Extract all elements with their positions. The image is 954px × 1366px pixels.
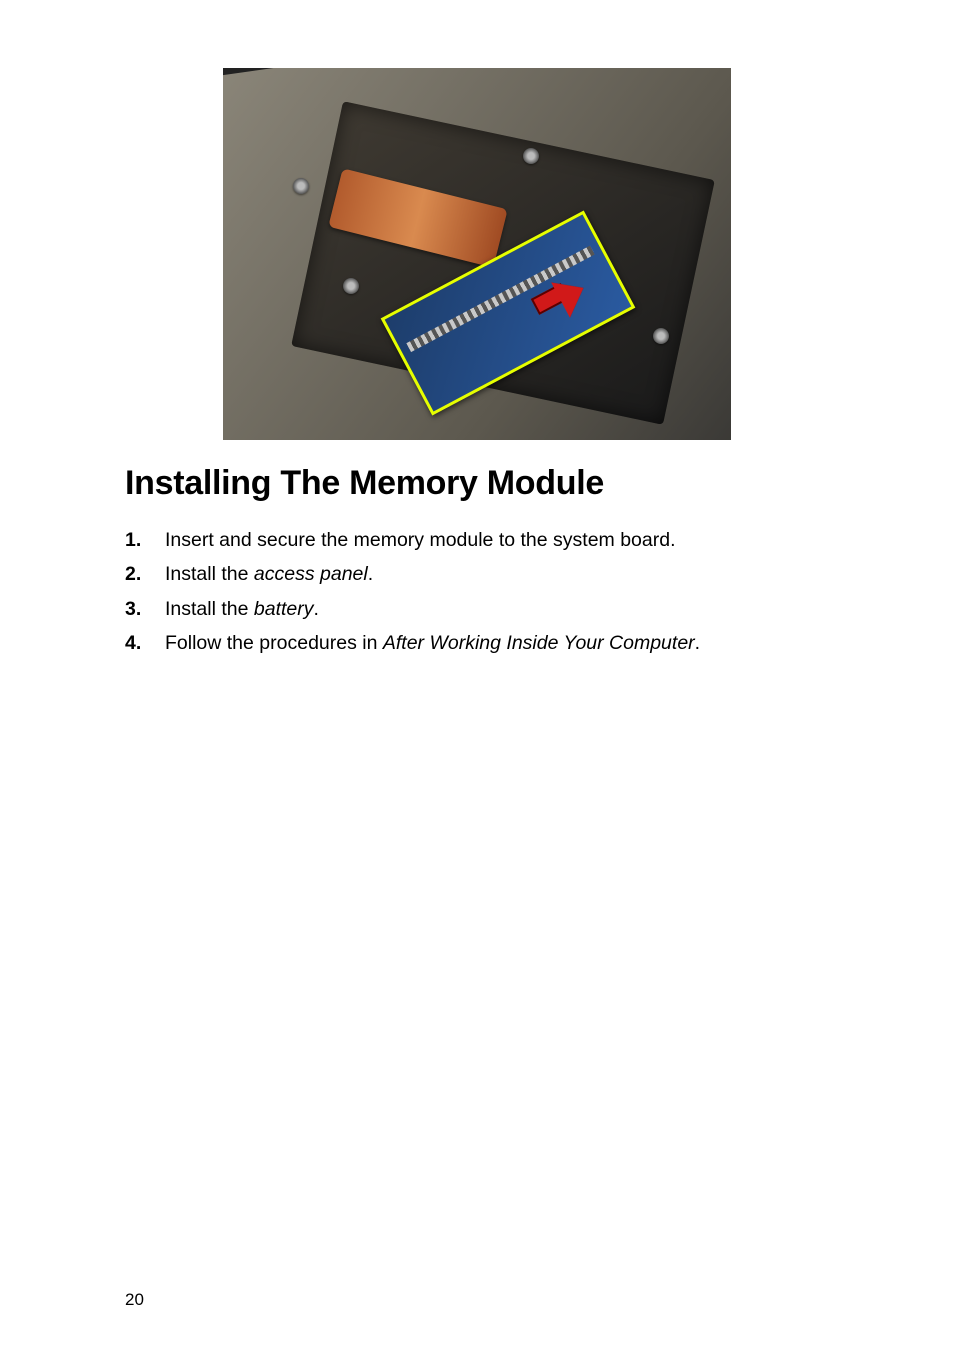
step-text-before: Follow the procedures in: [165, 632, 383, 654]
figure-screw: [343, 278, 359, 294]
list-item: 2. Install the access panel.: [125, 559, 829, 589]
step-text-after: .: [314, 598, 319, 620]
step-number: 2.: [125, 559, 165, 589]
step-text: Install the battery.: [165, 594, 829, 624]
step-text-italic: access panel: [254, 563, 368, 585]
step-text: Follow the procedures in After Working I…: [165, 628, 829, 658]
figure-screw: [523, 148, 539, 164]
step-text-italic: After Working Inside Your Computer: [383, 632, 695, 654]
figure-screw: [653, 328, 669, 344]
step-text-after: .: [695, 632, 700, 654]
step-number: 4.: [125, 628, 165, 658]
figure-memory-module-photo: [223, 68, 731, 440]
step-text-italic: battery: [254, 598, 314, 620]
list-item: 1. Insert and secure the memory module t…: [125, 525, 829, 555]
list-item: 4. Follow the procedures in After Workin…: [125, 628, 829, 658]
step-list: 1. Insert and secure the memory module t…: [125, 525, 829, 658]
page-number: 20: [125, 1290, 144, 1310]
step-number: 1.: [125, 525, 165, 555]
step-text-before: Install the: [165, 563, 254, 585]
page: Installing The Memory Module 1. Insert a…: [0, 0, 954, 1366]
figure-screw: [293, 178, 309, 194]
list-item: 3. Install the battery.: [125, 594, 829, 624]
section-heading: Installing The Memory Module: [125, 464, 829, 503]
step-text: Install the access panel.: [165, 559, 829, 589]
figure-removal-arrow: [523, 268, 583, 328]
step-text-before: Insert and secure the memory module to t…: [165, 529, 676, 551]
step-text-before: Install the: [165, 598, 254, 620]
step-text-after: .: [368, 563, 373, 585]
step-number: 3.: [125, 594, 165, 624]
step-text: Insert and secure the memory module to t…: [165, 525, 829, 555]
